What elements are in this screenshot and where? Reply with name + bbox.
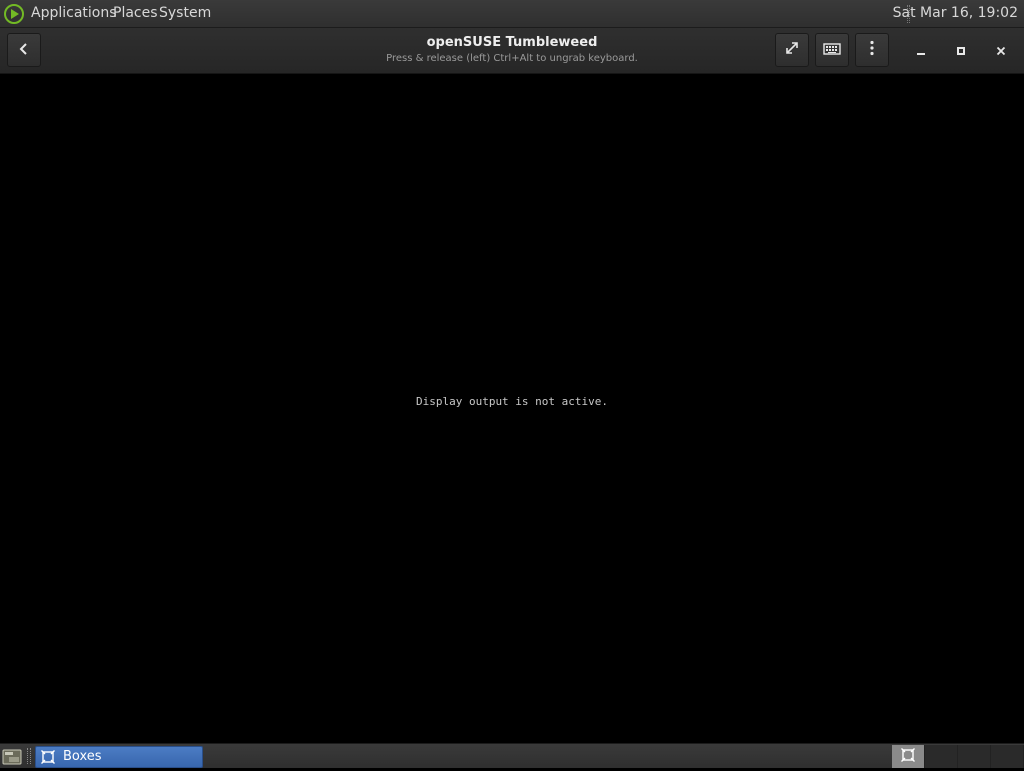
show-desktop-button[interactable]	[1, 747, 23, 767]
opensuse-logo-icon[interactable]	[3, 3, 25, 25]
top-panel: Applications Places System Sat Mar 16, 1…	[0, 0, 1024, 28]
menu-places[interactable]: Places	[113, 5, 158, 22]
back-button[interactable]	[7, 33, 41, 67]
window-subtitle: Press & release (left) Ctrl+Alt to ungra…	[386, 53, 638, 64]
minimize-button[interactable]	[909, 38, 933, 62]
close-button[interactable]	[989, 38, 1013, 62]
fullscreen-button[interactable]	[775, 33, 809, 67]
kebab-menu-icon	[869, 40, 875, 60]
close-icon	[996, 41, 1006, 60]
task-button-boxes[interactable]: Boxes	[35, 746, 203, 768]
panel-grip[interactable]	[27, 748, 31, 764]
clock[interactable]: Sat Mar 16, 19:02	[893, 5, 1018, 22]
workspace-4[interactable]	[991, 745, 1024, 768]
boxes-icon	[41, 750, 55, 764]
task-label: Boxes	[63, 749, 102, 764]
keyboard-icon	[823, 41, 841, 60]
menu-applications[interactable]: Applications	[31, 5, 117, 22]
back-arrow-icon	[17, 41, 31, 60]
maximize-button[interactable]	[949, 38, 973, 62]
workspace-3[interactable]	[958, 745, 991, 768]
maximize-icon	[956, 41, 966, 60]
minimize-icon	[916, 41, 926, 60]
menu-system[interactable]: System	[159, 5, 211, 22]
fullscreen-icon	[784, 40, 800, 60]
display-status-message: Display output is not active.	[415, 395, 609, 408]
boxes-icon	[901, 747, 915, 766]
workspace-2[interactable]	[925, 745, 958, 768]
bottom-panel: Boxes	[0, 743, 1024, 768]
workspace-1[interactable]	[892, 745, 925, 768]
workspace-switcher[interactable]	[892, 745, 1024, 768]
window-title: openSUSE Tumbleweed	[426, 35, 598, 50]
keyboard-button[interactable]	[815, 33, 849, 67]
menu-button[interactable]	[855, 33, 889, 67]
header-bar: openSUSE Tumbleweed Press & release (lef…	[0, 28, 1024, 74]
vm-display[interactable]: Display output is not active.	[0, 75, 1024, 743]
show-desktop-icon	[1, 749, 23, 771]
